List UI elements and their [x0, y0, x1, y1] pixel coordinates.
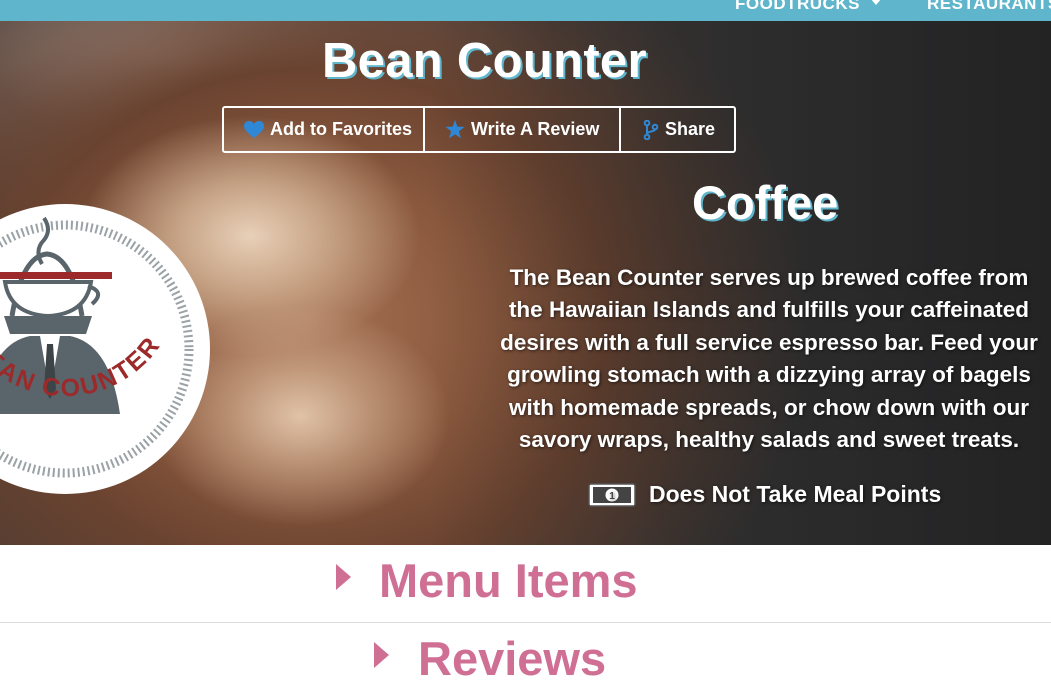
share-branch-icon [643, 119, 659, 140]
action-button-group: Add to Favorites Write A Review Share [222, 106, 736, 153]
page-title: Bean Counter [322, 34, 647, 88]
heart-icon [244, 120, 264, 138]
menu-items-section[interactable]: Menu Items [0, 545, 1051, 623]
meal-points-label: Does Not Take Meal Points [649, 481, 942, 507]
write-review-button[interactable]: Write A Review [423, 108, 619, 151]
add-to-favorites-button[interactable]: Add to Favorites [224, 108, 423, 151]
nav-item-restaurants[interactable]: RESTAURANTS [927, 0, 1051, 14]
chevron-down-icon[interactable] [870, 0, 882, 5]
reviews-section[interactable]: Reviews [0, 623, 1051, 697]
share-button[interactable]: Share [619, 108, 734, 151]
hero-banner: Bean Counter Add to Favorites Write A Re… [0, 21, 1051, 545]
caret-right-icon[interactable] [374, 642, 389, 668]
money-icon: 1 [588, 482, 636, 507]
top-nav-bar: FOODTRUCKS RESTAURANTS [0, 0, 1051, 21]
menu-items-heading[interactable]: Menu Items [379, 553, 638, 608]
share-label: Share [665, 119, 716, 139]
star-icon [445, 120, 465, 139]
write-review-label: Write A Review [471, 119, 600, 139]
business-logo: BEAN COUNTER [0, 204, 210, 494]
svg-text:1: 1 [609, 491, 615, 502]
meal-points-info: 1 Does Not Take Meal Points [588, 481, 941, 508]
reviews-heading[interactable]: Reviews [418, 631, 606, 686]
business-description: The Bean Counter serves up brewed coffee… [500, 265, 1038, 453]
add-to-favorites-label: Add to Favorites [270, 119, 413, 139]
category-heading: Coffee [692, 176, 839, 229]
nav-item-foodtrucks[interactable]: FOODTRUCKS [735, 0, 860, 14]
caret-right-icon[interactable] [336, 564, 351, 590]
